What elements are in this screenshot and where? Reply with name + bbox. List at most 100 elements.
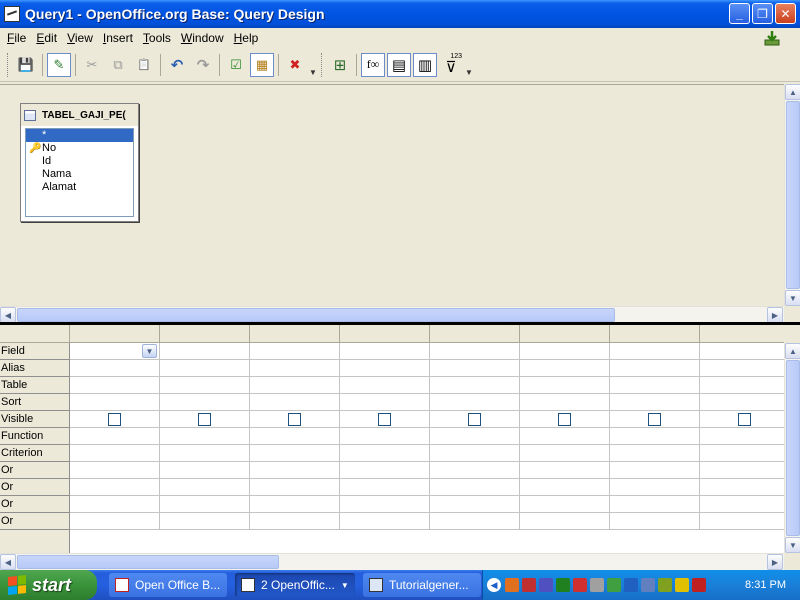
grid-cell[interactable] — [160, 445, 250, 462]
grid-cell[interactable] — [160, 479, 250, 496]
show-hidden-icons-chevron-icon[interactable]: ◀ — [487, 578, 501, 592]
grid-cell[interactable] — [430, 360, 520, 377]
grid-cell[interactable] — [70, 360, 160, 377]
tray-app-icon[interactable] — [556, 578, 570, 592]
grid-cell[interactable] — [520, 513, 610, 530]
grid-cell[interactable] — [340, 377, 430, 394]
grid-cell[interactable] — [520, 377, 610, 394]
grid-cell[interactable] — [610, 343, 700, 360]
grid-cell[interactable] — [520, 479, 610, 496]
tray-app-icon[interactable] — [624, 578, 638, 592]
toolbar-grip[interactable] — [321, 52, 324, 77]
field-dropdown-button[interactable]: ▼ — [142, 344, 157, 358]
grid-vertical-scrollbar[interactable]: ▲ ▼ — [784, 343, 800, 553]
taskbar-item-openoffice-group[interactable]: 2 OpenOffic... ▼ — [235, 573, 355, 597]
visible-checkbox[interactable] — [198, 413, 211, 426]
start-button[interactable]: start — [0, 570, 97, 600]
grid-cell[interactable] — [520, 496, 610, 513]
grid-cell[interactable] — [250, 394, 340, 411]
menu-edit[interactable]: Edit — [31, 31, 62, 45]
grid-cell[interactable] — [340, 496, 430, 513]
grid-cell[interactable] — [70, 496, 160, 513]
tray-app-icon[interactable] — [641, 578, 655, 592]
grid-cell[interactable] — [700, 360, 784, 377]
alias-button[interactable]: ▥ — [413, 52, 437, 77]
grid-cell[interactable] — [610, 394, 700, 411]
visible-checkbox[interactable] — [468, 413, 481, 426]
grid-cell[interactable] — [340, 513, 430, 530]
grid-cell[interactable] — [430, 496, 520, 513]
grid-cell[interactable] — [70, 479, 160, 496]
grid-cell[interactable] — [430, 479, 520, 496]
table-window-header[interactable]: TABEL_GAJI_PE( — [21, 104, 138, 126]
grid-cell[interactable] — [70, 445, 160, 462]
toolbar-grip[interactable] — [7, 52, 10, 77]
grid-cell[interactable] — [700, 377, 784, 394]
visible-checkbox[interactable] — [108, 413, 121, 426]
grid-cell[interactable] — [70, 462, 160, 479]
grid-cell[interactable] — [340, 394, 430, 411]
menu-file[interactable]: File — [2, 31, 31, 45]
grid-cell[interactable] — [340, 360, 430, 377]
grid-cell[interactable] — [70, 513, 160, 530]
table-field-list[interactable]: * 🔑 No Id Nama Alamat — [25, 128, 134, 217]
scroll-down-button[interactable]: ▼ — [785, 290, 800, 306]
grid-column-header[interactable] — [610, 325, 700, 343]
tray-app-icon[interactable] — [573, 578, 587, 592]
tray-app-icon[interactable] — [675, 578, 689, 592]
clear-query-button[interactable]: ▦ — [250, 52, 274, 77]
menu-window[interactable]: Window — [176, 31, 229, 45]
grid-cell[interactable] — [610, 479, 700, 496]
grid-cell[interactable] — [160, 513, 250, 530]
grid-cell[interactable] — [250, 411, 340, 428]
query-design-grid[interactable]: Field ▼ Alias Table Sort Visible Function Crite… — [0, 325, 784, 553]
grid-horizontal-scrollbar[interactable]: ◀ ▶ — [0, 553, 784, 570]
grid-cell[interactable] — [610, 411, 700, 428]
visible-checkbox[interactable] — [648, 413, 661, 426]
grid-cell[interactable] — [250, 360, 340, 377]
update-download-icon[interactable] — [764, 30, 780, 46]
field-item[interactable]: Alamat — [26, 181, 133, 194]
grid-cell[interactable] — [520, 360, 610, 377]
grid-cell[interactable] — [250, 445, 340, 462]
field-item[interactable]: * — [26, 129, 133, 142]
tray-app-icon[interactable] — [590, 578, 604, 592]
openoffice-app-icon[interactable] — [4, 6, 20, 22]
grid-cell[interactable] — [610, 445, 700, 462]
menu-help[interactable]: Help — [229, 31, 264, 45]
grid-cell[interactable] — [70, 428, 160, 445]
grid-column-header[interactable] — [700, 325, 784, 343]
grid-cell[interactable] — [700, 411, 784, 428]
undo-button[interactable]: ↶ — [165, 53, 189, 77]
distinct-values-button[interactable]: 123 ⊽ — [439, 53, 463, 77]
menu-view[interactable]: View — [62, 31, 98, 45]
grid-cell[interactable] — [430, 343, 520, 360]
tray-app-icon[interactable] — [658, 578, 672, 592]
grid-cell[interactable] — [340, 445, 430, 462]
table-pane-horizontal-scrollbar[interactable]: ◀ ▶ — [0, 306, 784, 323]
grid-column-header[interactable] — [430, 325, 520, 343]
tray-app-icon[interactable] — [692, 578, 706, 592]
grid-cell[interactable] — [610, 428, 700, 445]
tray-app-icon[interactable] — [539, 578, 553, 592]
grid-column-header[interactable] — [250, 325, 340, 343]
grid-cell[interactable] — [520, 394, 610, 411]
visible-checkbox[interactable] — [738, 413, 751, 426]
table-pane-vertical-scrollbar[interactable]: ▲ ▼ — [784, 84, 800, 306]
grid-cell[interactable] — [700, 479, 784, 496]
grid-cell[interactable] — [250, 462, 340, 479]
maximize-button[interactable]: ❐ — [752, 3, 773, 24]
grid-cell[interactable] — [160, 411, 250, 428]
grid-cell[interactable] — [160, 496, 250, 513]
grid-cell[interactable] — [430, 411, 520, 428]
grid-cell[interactable] — [70, 394, 160, 411]
table-name-button[interactable]: ▤ — [387, 52, 411, 77]
redo-button[interactable]: ↷ — [191, 53, 215, 77]
grid-cell[interactable] — [700, 445, 784, 462]
grid-cell[interactable] — [700, 496, 784, 513]
grid-cell[interactable] — [520, 343, 610, 360]
scroll-left-button[interactable]: ◀ — [0, 554, 16, 570]
field-item[interactable]: Nama — [26, 168, 133, 181]
grid-cell[interactable] — [700, 394, 784, 411]
grid-cell[interactable] — [700, 428, 784, 445]
